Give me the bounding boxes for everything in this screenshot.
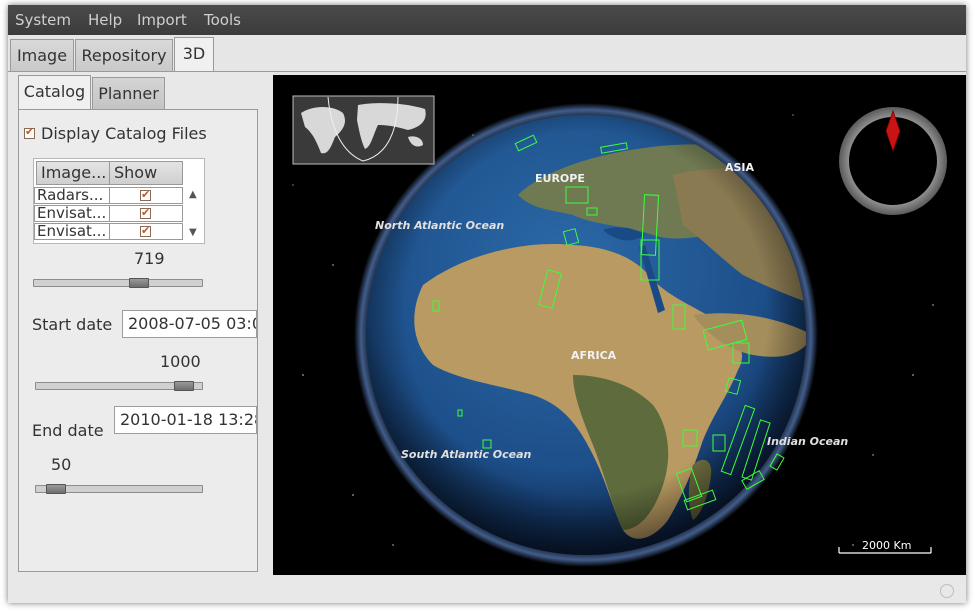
slider3-track[interactable] xyxy=(35,484,203,494)
table-row-show-cell[interactable] xyxy=(109,187,183,204)
show-checkbox[interactable] xyxy=(140,188,151,202)
catalog-files-table: Image... Show Radars... Envisat... Envis… xyxy=(33,158,205,244)
tab-repository[interactable]: Repository xyxy=(75,39,173,71)
label-europe: EUROPE xyxy=(535,172,585,185)
label-asia: ASIA xyxy=(725,161,755,174)
slider2-value: 1000 xyxy=(160,352,201,371)
slider2-thumb[interactable] xyxy=(173,381,194,391)
show-checkbox[interactable] xyxy=(140,206,151,220)
compass-widget[interactable] xyxy=(839,107,947,215)
scroll-up-icon[interactable]: ▲ xyxy=(189,189,197,200)
display-catalog-label: Display Catalog Files xyxy=(41,124,207,143)
slider3-thumb[interactable] xyxy=(46,484,67,494)
globe-3d-view[interactable]: EUROPE ASIA AFRICA North Atlantic Ocean … xyxy=(273,75,966,575)
tab-image[interactable]: Image xyxy=(10,39,74,71)
slider2-track[interactable] xyxy=(35,381,203,391)
show-checkbox[interactable] xyxy=(140,224,151,238)
start-date-label: Start date xyxy=(32,315,113,334)
status-indicator-icon xyxy=(940,584,954,598)
tab-planner[interactable]: Planner xyxy=(92,77,165,109)
globe-canvas[interactable]: EUROPE ASIA AFRICA North Atlantic Ocean … xyxy=(273,75,966,575)
world-minimap[interactable] xyxy=(292,95,435,165)
column-header-image[interactable]: Image... xyxy=(36,161,110,185)
table-row-name[interactable]: Envisat... xyxy=(34,205,110,222)
display-catalog-checkbox[interactable] xyxy=(24,125,35,139)
label-south-atlantic: South Atlantic Ocean xyxy=(401,448,532,461)
menu-bar: System Help Import Tools xyxy=(8,5,966,35)
menu-import[interactable]: Import xyxy=(137,11,187,29)
scale-bar-label: 2000 Km xyxy=(862,539,911,552)
status-bar xyxy=(8,577,966,603)
globe-shading xyxy=(366,115,806,555)
table-row-name[interactable]: Radars... xyxy=(34,187,110,204)
label-north-atlantic: North Atlantic Ocean xyxy=(375,219,504,232)
end-date-label: End date xyxy=(32,421,104,440)
catalog-panel: Display Catalog Files Image... Show Rada… xyxy=(18,109,258,572)
slider3-value: 50 xyxy=(51,455,72,474)
label-indian-ocean: Indian Ocean xyxy=(767,435,848,448)
scale-bar: 2000 Km xyxy=(838,539,932,554)
tab-3d[interactable]: 3D xyxy=(174,37,214,71)
slider1-value: 719 xyxy=(134,249,165,268)
tab-catalog[interactable]: Catalog xyxy=(18,75,91,109)
table-row-name[interactable]: Envisat... xyxy=(34,223,110,240)
scroll-down-icon[interactable]: ▼ xyxy=(189,227,197,238)
slider1-thumb[interactable] xyxy=(128,278,149,288)
menu-tools[interactable]: Tools xyxy=(204,11,241,29)
table-row-show-cell[interactable] xyxy=(109,205,183,222)
label-africa: AFRICA xyxy=(571,349,617,362)
start-date-field[interactable]: 2008-07-05 03:0 xyxy=(122,310,257,338)
end-date-field[interactable]: 2010-01-18 13:28 xyxy=(114,406,257,434)
app-window: System Help Import Tools Image Repositor… xyxy=(8,5,966,603)
catalog-side-panel: Catalog Planner Display Catalog Files Im… xyxy=(8,72,273,582)
slider1-track[interactable] xyxy=(33,278,203,288)
column-header-show[interactable]: Show xyxy=(109,161,183,185)
menu-help[interactable]: Help xyxy=(88,11,122,29)
table-row-show-cell[interactable] xyxy=(109,223,183,240)
menu-system[interactable]: System xyxy=(15,11,71,29)
